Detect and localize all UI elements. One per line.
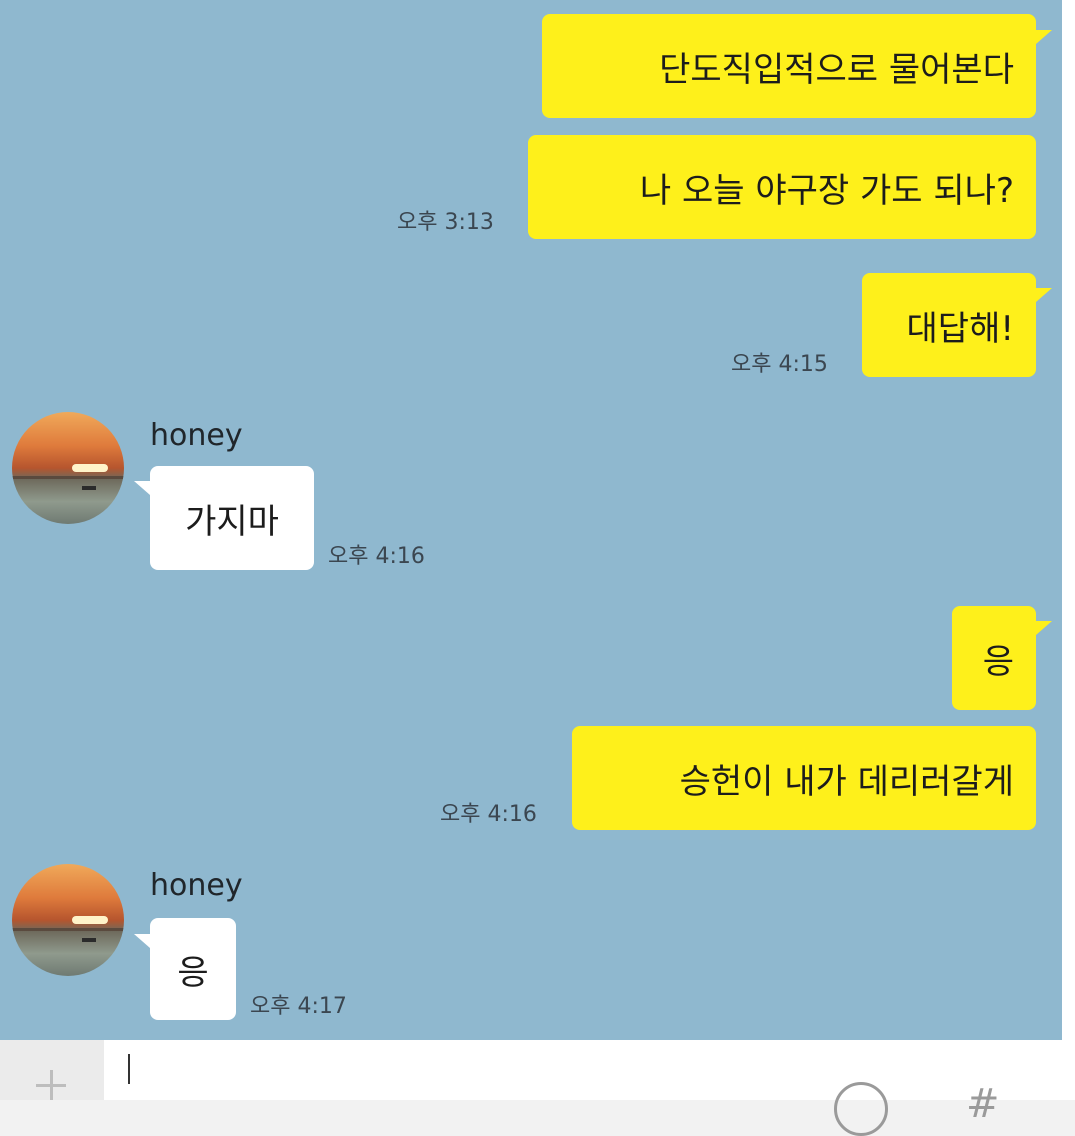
message-text: 가지마: [185, 501, 279, 542]
contact-name: honey: [150, 418, 243, 453]
contact-avatar[interactable]: [12, 412, 124, 524]
my-message-bubble: 나 오늘 야구장 가도 되나?: [528, 135, 1036, 239]
contact-avatar[interactable]: [12, 864, 124, 976]
contact-name: honey: [150, 868, 243, 903]
message-text: 나 오늘 야구장 가도 되나?: [639, 170, 1014, 211]
bubble-tail: [1036, 621, 1052, 635]
chat-area: 단도직입적으로 물어본다 오후 3:13 나 오늘 야구장 가도 되나? 오후 …: [0, 0, 1062, 1040]
message-text: 대답해!: [906, 308, 1014, 349]
hash-icon[interactable]: #: [966, 1084, 1000, 1124]
message-time: 오후 4:17: [250, 994, 347, 1019]
my-message-bubble: 대답해!: [862, 273, 1036, 377]
bubble-tail: [1036, 30, 1052, 44]
bubble-tail: [134, 934, 150, 948]
message-text: 응: [177, 952, 209, 993]
message-time: 오후 4:16: [328, 544, 425, 569]
message-time: 오후 4:16: [440, 802, 537, 827]
my-message-bubble: 승헌이 내가 데리러갈게: [572, 726, 1036, 830]
plus-icon[interactable]: [0, 1040, 104, 1100]
message-text: 승헌이 내가 데리러갈게: [679, 761, 1014, 802]
their-message-bubble: 응: [150, 918, 236, 1020]
message-input-bar: #: [0, 1040, 1062, 1136]
message-text: 응: [982, 641, 1014, 682]
message-text: 단도직입적으로 물어본다: [659, 49, 1014, 90]
my-message-bubble: 단도직입적으로 물어본다: [542, 14, 1036, 118]
their-message-bubble: 가지마: [150, 466, 314, 570]
bubble-tail: [1036, 288, 1052, 302]
message-time: 오후 4:15: [731, 352, 828, 377]
my-message-bubble: 응: [952, 606, 1036, 710]
message-time: 오후 3:13: [397, 210, 494, 235]
emoji-icon[interactable]: [834, 1082, 888, 1136]
bubble-tail: [134, 481, 150, 495]
screen-edge: [1062, 0, 1075, 1100]
message-input[interactable]: [128, 1054, 130, 1084]
